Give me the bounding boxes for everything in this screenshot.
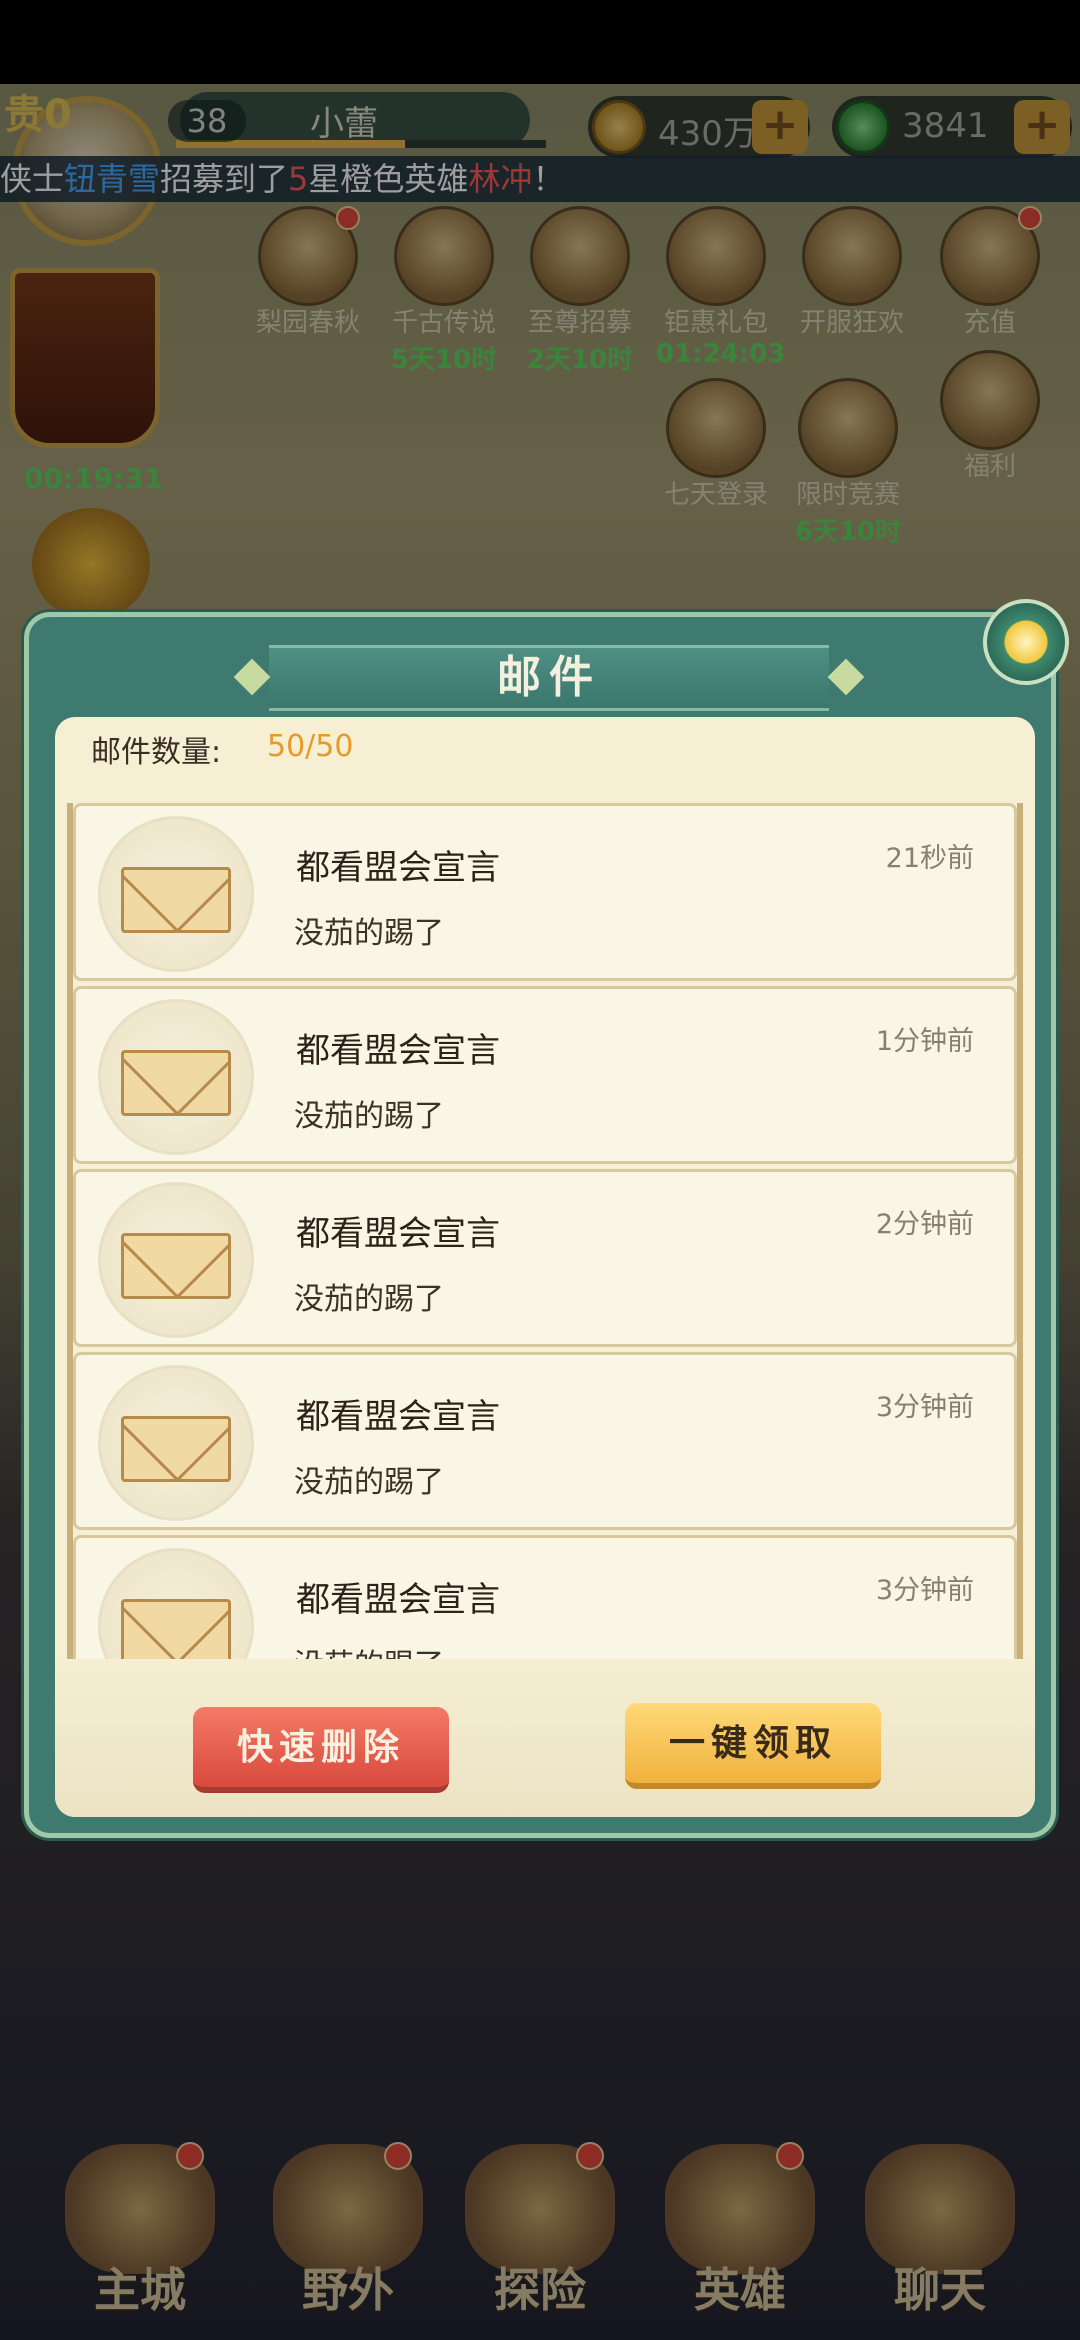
mail-item[interactable]: 都看盟会宣言 没茄的踢了 3分钟前	[73, 1535, 1017, 1659]
mail-title: 都看盟会宣言	[296, 1214, 500, 1254]
dialog-title: 邮件	[497, 652, 601, 703]
mail-icon-frame	[98, 999, 254, 1155]
mail-count-value: 50/50	[267, 729, 354, 764]
dialog-title-bar: 邮件	[269, 645, 829, 711]
mail-count-label: 邮件数量:	[91, 735, 222, 770]
mail-time: 3分钟前	[875, 1392, 974, 1423]
quick-delete-button[interactable]: 快速删除	[193, 1707, 449, 1793]
mail-subtitle: 没茄的踢了	[294, 1282, 444, 1317]
mail-icon-frame	[98, 1365, 254, 1521]
mail-list[interactable]: 都看盟会宣言 没茄的踢了 21秒前 都看盟会宣言 没茄的踢了 1分钟前 都看盟会…	[67, 803, 1023, 1659]
mail-icon-frame	[98, 1548, 254, 1659]
mail-item[interactable]: 都看盟会宣言 没茄的踢了 21秒前	[73, 803, 1017, 981]
mail-item[interactable]: 都看盟会宣言 没茄的踢了 3分钟前	[73, 1352, 1017, 1530]
close-flower-icon[interactable]	[983, 599, 1069, 685]
mail-time: 21秒前	[885, 843, 974, 874]
envelope-icon	[121, 1050, 231, 1116]
mail-title: 都看盟会宣言	[296, 1580, 500, 1620]
mail-title: 都看盟会宣言	[296, 1397, 500, 1437]
mail-title: 都看盟会宣言	[296, 1031, 500, 1071]
envelope-icon	[121, 1599, 231, 1659]
mail-dialog: 邮件 邮件数量: 50/50 都看盟会宣言 没茄的踢了 21秒前 都看盟会宣言 …	[24, 599, 1069, 1838]
mail-icon-frame	[98, 1182, 254, 1338]
status-bar	[0, 0, 1080, 84]
claim-all-button[interactable]: 一键领取	[625, 1703, 881, 1789]
mail-icon-frame	[98, 816, 254, 972]
mail-time: 1分钟前	[875, 1026, 974, 1057]
mail-item[interactable]: 都看盟会宣言 没茄的踢了 1分钟前	[73, 986, 1017, 1164]
envelope-icon	[121, 1233, 231, 1299]
mail-title: 都看盟会宣言	[296, 848, 500, 888]
mail-subtitle: 没茄的踢了	[294, 916, 444, 951]
envelope-icon	[121, 1416, 231, 1482]
mail-item[interactable]: 都看盟会宣言 没茄的踢了 2分钟前	[73, 1169, 1017, 1347]
mail-subtitle: 没茄的踢了	[294, 1465, 444, 1500]
mail-subtitle: 没茄的踢了	[294, 1640, 444, 1659]
mail-time: 2分钟前	[875, 1209, 974, 1240]
mail-subtitle: 没茄的踢了	[294, 1099, 444, 1134]
envelope-icon	[121, 867, 231, 933]
mail-time: 3分钟前	[875, 1575, 974, 1606]
